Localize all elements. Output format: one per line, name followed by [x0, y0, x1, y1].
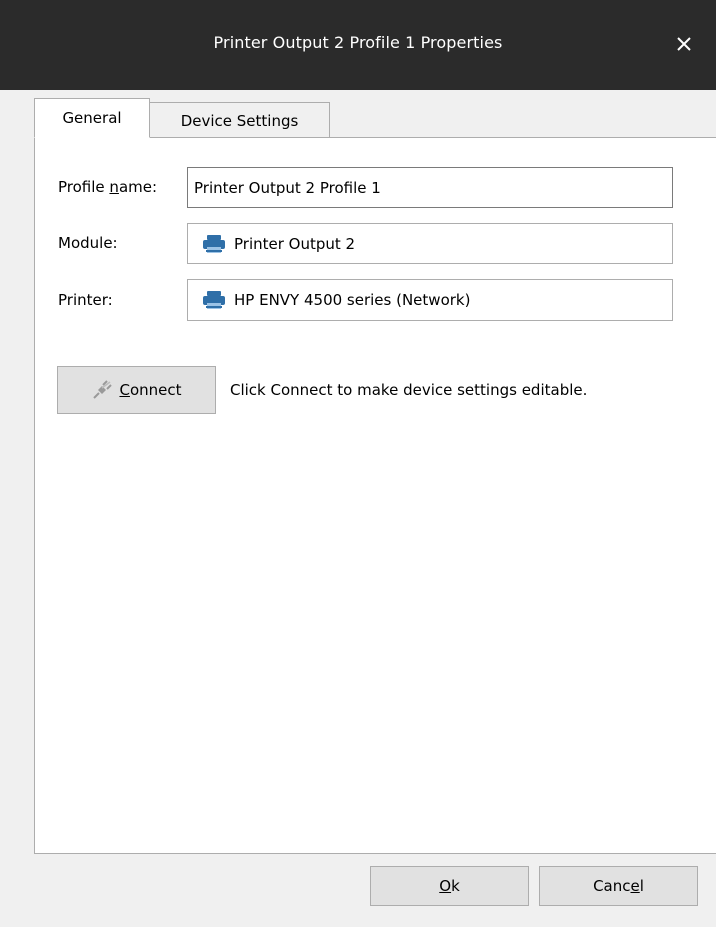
title-bar: Printer Output 2 Profile 1 Properties [0, 0, 716, 90]
cancel-button[interactable]: Cancel [539, 866, 698, 906]
ok-button[interactable]: Ok [370, 866, 529, 906]
printer-field: HP ENVY 4500 series (Network) [187, 279, 673, 321]
tab-general[interactable]: General [34, 98, 150, 138]
close-icon [677, 37, 691, 51]
cancel-button-label: Cancel [593, 877, 644, 895]
tab-general-label: General [62, 109, 122, 127]
printer-value: HP ENVY 4500 series (Network) [234, 291, 471, 309]
plug-icon [93, 380, 113, 399]
printer-icon [203, 291, 225, 309]
printer-label: Printer: [58, 291, 113, 309]
profile-name-input[interactable] [188, 178, 672, 197]
module-label: Module: [58, 234, 118, 252]
close-button[interactable] [666, 26, 702, 62]
connect-button-label: Connect [119, 381, 182, 399]
module-value: Printer Output 2 [234, 234, 356, 253]
ok-button-label: Ok [439, 877, 460, 895]
tab-device-settings-label: Device Settings [180, 111, 299, 130]
window-title: Printer Output 2 Profile 1 Properties [213, 33, 503, 52]
module-field: Printer Output 2 [187, 223, 673, 264]
tab-device-settings[interactable]: Device Settings [149, 102, 330, 139]
profile-name-label: Profile name: [58, 178, 158, 196]
dialog-body: General Device Settings Profile name: Mo… [0, 90, 716, 927]
profile-name-field[interactable] [187, 167, 673, 208]
printer-icon [203, 234, 225, 253]
connect-button[interactable]: Connect [57, 366, 216, 414]
connect-hint: Click Connect to make device settings ed… [230, 381, 588, 399]
